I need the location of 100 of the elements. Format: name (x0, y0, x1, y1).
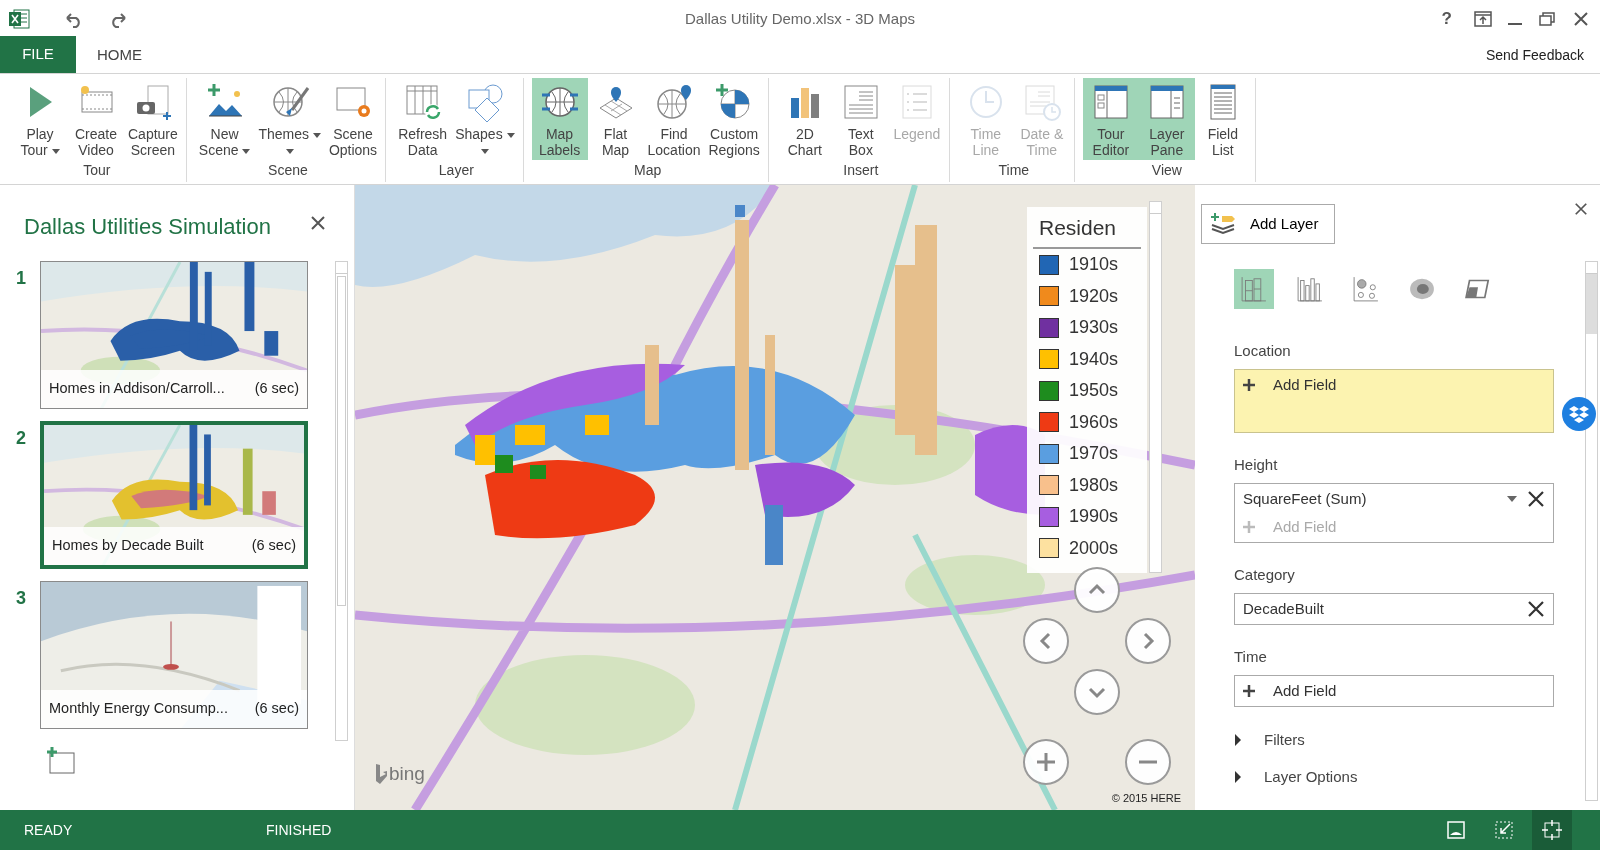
field-well[interactable]: SquareFeet (Sum) Add Field (1234, 483, 1554, 543)
ribbon-group-label: Time (997, 161, 1031, 180)
add-field-text[interactable]: Add Field (1273, 373, 1337, 397)
scrollbar[interactable] (1585, 261, 1598, 801)
ribbon-group-label: Tour (82, 161, 112, 180)
ribbon-button[interactable]: Themes (254, 78, 325, 160)
ribbon-button[interactable]: Scene Options (324, 78, 382, 160)
remove-icon[interactable] (1527, 600, 1545, 618)
scene-number: 2 (16, 427, 27, 450)
ribbon-button[interactable]: Layer Pane (1138, 78, 1195, 160)
ribbon-button[interactable]: Field List (1194, 78, 1251, 160)
legend-label: 1950s (1069, 379, 1119, 403)
window-title: Dallas Utility Demo.xlsx - 3D Maps (683, 9, 916, 29)
fullscreen-icon (1542, 820, 1562, 840)
field-value: SquareFeet (Sum) (1243, 488, 1368, 509)
scene-thumbnail[interactable]: Monthly Energy Consump... (6 sec) (40, 581, 308, 729)
plus-icon (1243, 379, 1255, 391)
legend-label: 1970s (1069, 442, 1119, 466)
legend-label: 1940s (1069, 347, 1119, 371)
status-text: READY (24, 820, 73, 840)
field-well[interactable]: Add Field (1234, 675, 1554, 707)
scene-duration: (6 sec) (251, 536, 296, 556)
file-tab[interactable]: FILE (0, 36, 76, 73)
remove-icon[interactable] (1527, 490, 1545, 508)
scrollbar[interactable] (335, 261, 348, 741)
field-well-label: Category (1234, 565, 1296, 585)
close-icon (310, 215, 326, 231)
scene-number: 1 (16, 267, 27, 290)
close-button[interactable] (1574, 202, 1588, 216)
close-button[interactable] (1572, 9, 1590, 28)
restore-button[interactable] (1538, 10, 1556, 27)
status-view-button[interactable] (1532, 810, 1572, 850)
frame-plus-icon (46, 747, 76, 775)
caret-icon[interactable] (1507, 496, 1517, 502)
field-well[interactable]: Add Field (1234, 369, 1554, 433)
ribbon-button[interactable]: Text Box (832, 78, 889, 160)
ribbon-group-label: View (1150, 161, 1183, 180)
close-button[interactable] (310, 215, 326, 231)
spreadsheet-app-icon (8, 7, 30, 30)
scene-thumbnail[interactable]: Homes in Addison/Carroll... (6 sec) (40, 261, 308, 409)
restore-icon (1538, 10, 1556, 27)
logo-mark-icon (375, 763, 387, 784)
tour-title: Dallas Utilities Simulation (24, 213, 271, 241)
legend-label: 1990s (1069, 505, 1119, 529)
scene-caption: Monthly Energy Consump... (49, 699, 228, 719)
field-value: DecadeBuilt (1243, 598, 1325, 619)
scrollbar[interactable] (1149, 201, 1162, 573)
ribbon-button[interactable]: Shapes (451, 78, 519, 160)
floating-badge-icon[interactable] (1562, 397, 1596, 431)
ribbon-button[interactable]: Play Tour (12, 78, 68, 160)
ribbon-group-label: Insert (842, 161, 880, 180)
scene-caption: Homes by Decade Built (52, 536, 204, 556)
legend-title: Residen (1033, 207, 1141, 249)
visualization-button[interactable] (1234, 269, 1274, 309)
close-icon (1572, 9, 1590, 28)
ribbon-button[interactable]: Custom Regions (704, 78, 764, 160)
minus-icon (1137, 760, 1159, 764)
section-expander[interactable]: Filters (1234, 729, 1305, 751)
scene-duration: (6 sec) (254, 379, 299, 399)
shrink-view-icon (1494, 820, 1514, 840)
map-attribution: © 2015 HERE (1111, 790, 1181, 806)
plus-icon (1243, 685, 1255, 697)
add-scene-button[interactable] (46, 747, 76, 775)
ribbon-button[interactable]: Tour Editor (1082, 78, 1139, 160)
screen-view-icon (1446, 820, 1466, 840)
legend-label: 2000s (1069, 536, 1119, 560)
ribbon-group-label: Map (633, 161, 663, 180)
ribbon-tab[interactable]: HOME (83, 37, 156, 74)
ribbon-button[interactable]: Map Labels (531, 78, 588, 160)
scene-caption: Homes in Addison/Carroll... (49, 379, 225, 399)
add-field-text[interactable]: Add Field (1273, 679, 1337, 703)
legend-label: 1910s (1069, 253, 1119, 277)
field-well-label: Height (1234, 455, 1279, 475)
section-expander[interactable]: Layer Options (1234, 766, 1358, 788)
close-icon (1574, 202, 1588, 216)
ribbon-button[interactable]: Flat Map (587, 78, 644, 160)
expand-icon (1234, 734, 1242, 746)
ribbon-group-label: Layer (437, 161, 475, 180)
ribbon-button[interactable]: 2D Chart (776, 78, 833, 160)
ribbon-display-button[interactable] (1474, 10, 1492, 27)
add-layer-button[interactable]: Add Layer (1201, 204, 1335, 244)
legend-label: 1930s (1069, 316, 1119, 340)
ribbon-button[interactable]: Create Video (68, 78, 124, 160)
minimize-icon (1508, 22, 1522, 25)
field-well-label: Time (1234, 647, 1268, 667)
scene-number: 3 (16, 587, 27, 610)
ribbon-button[interactable]: New Scene (194, 78, 255, 160)
ribbon-group-label: Scene (267, 161, 309, 180)
field-well[interactable]: DecadeBuilt (1234, 593, 1554, 625)
status-text: FINISHED (266, 820, 332, 840)
help-button[interactable]: ? (1441, 10, 1452, 27)
ribbon-button[interactable]: Refresh Data (394, 78, 452, 160)
ribbon-button[interactable]: Capture Screen (124, 78, 182, 160)
send-feedback-link[interactable]: Send Feedback (1485, 48, 1584, 62)
ribbon-button[interactable]: Find Location (643, 78, 705, 160)
plus-icon (1035, 751, 1057, 773)
ribbon-display-icon (1474, 10, 1492, 27)
scene-thumbnail[interactable]: Homes by Decade Built (6 sec) (40, 421, 308, 569)
expand-icon (1234, 771, 1242, 783)
globe-pin-icon (654, 82, 694, 122)
